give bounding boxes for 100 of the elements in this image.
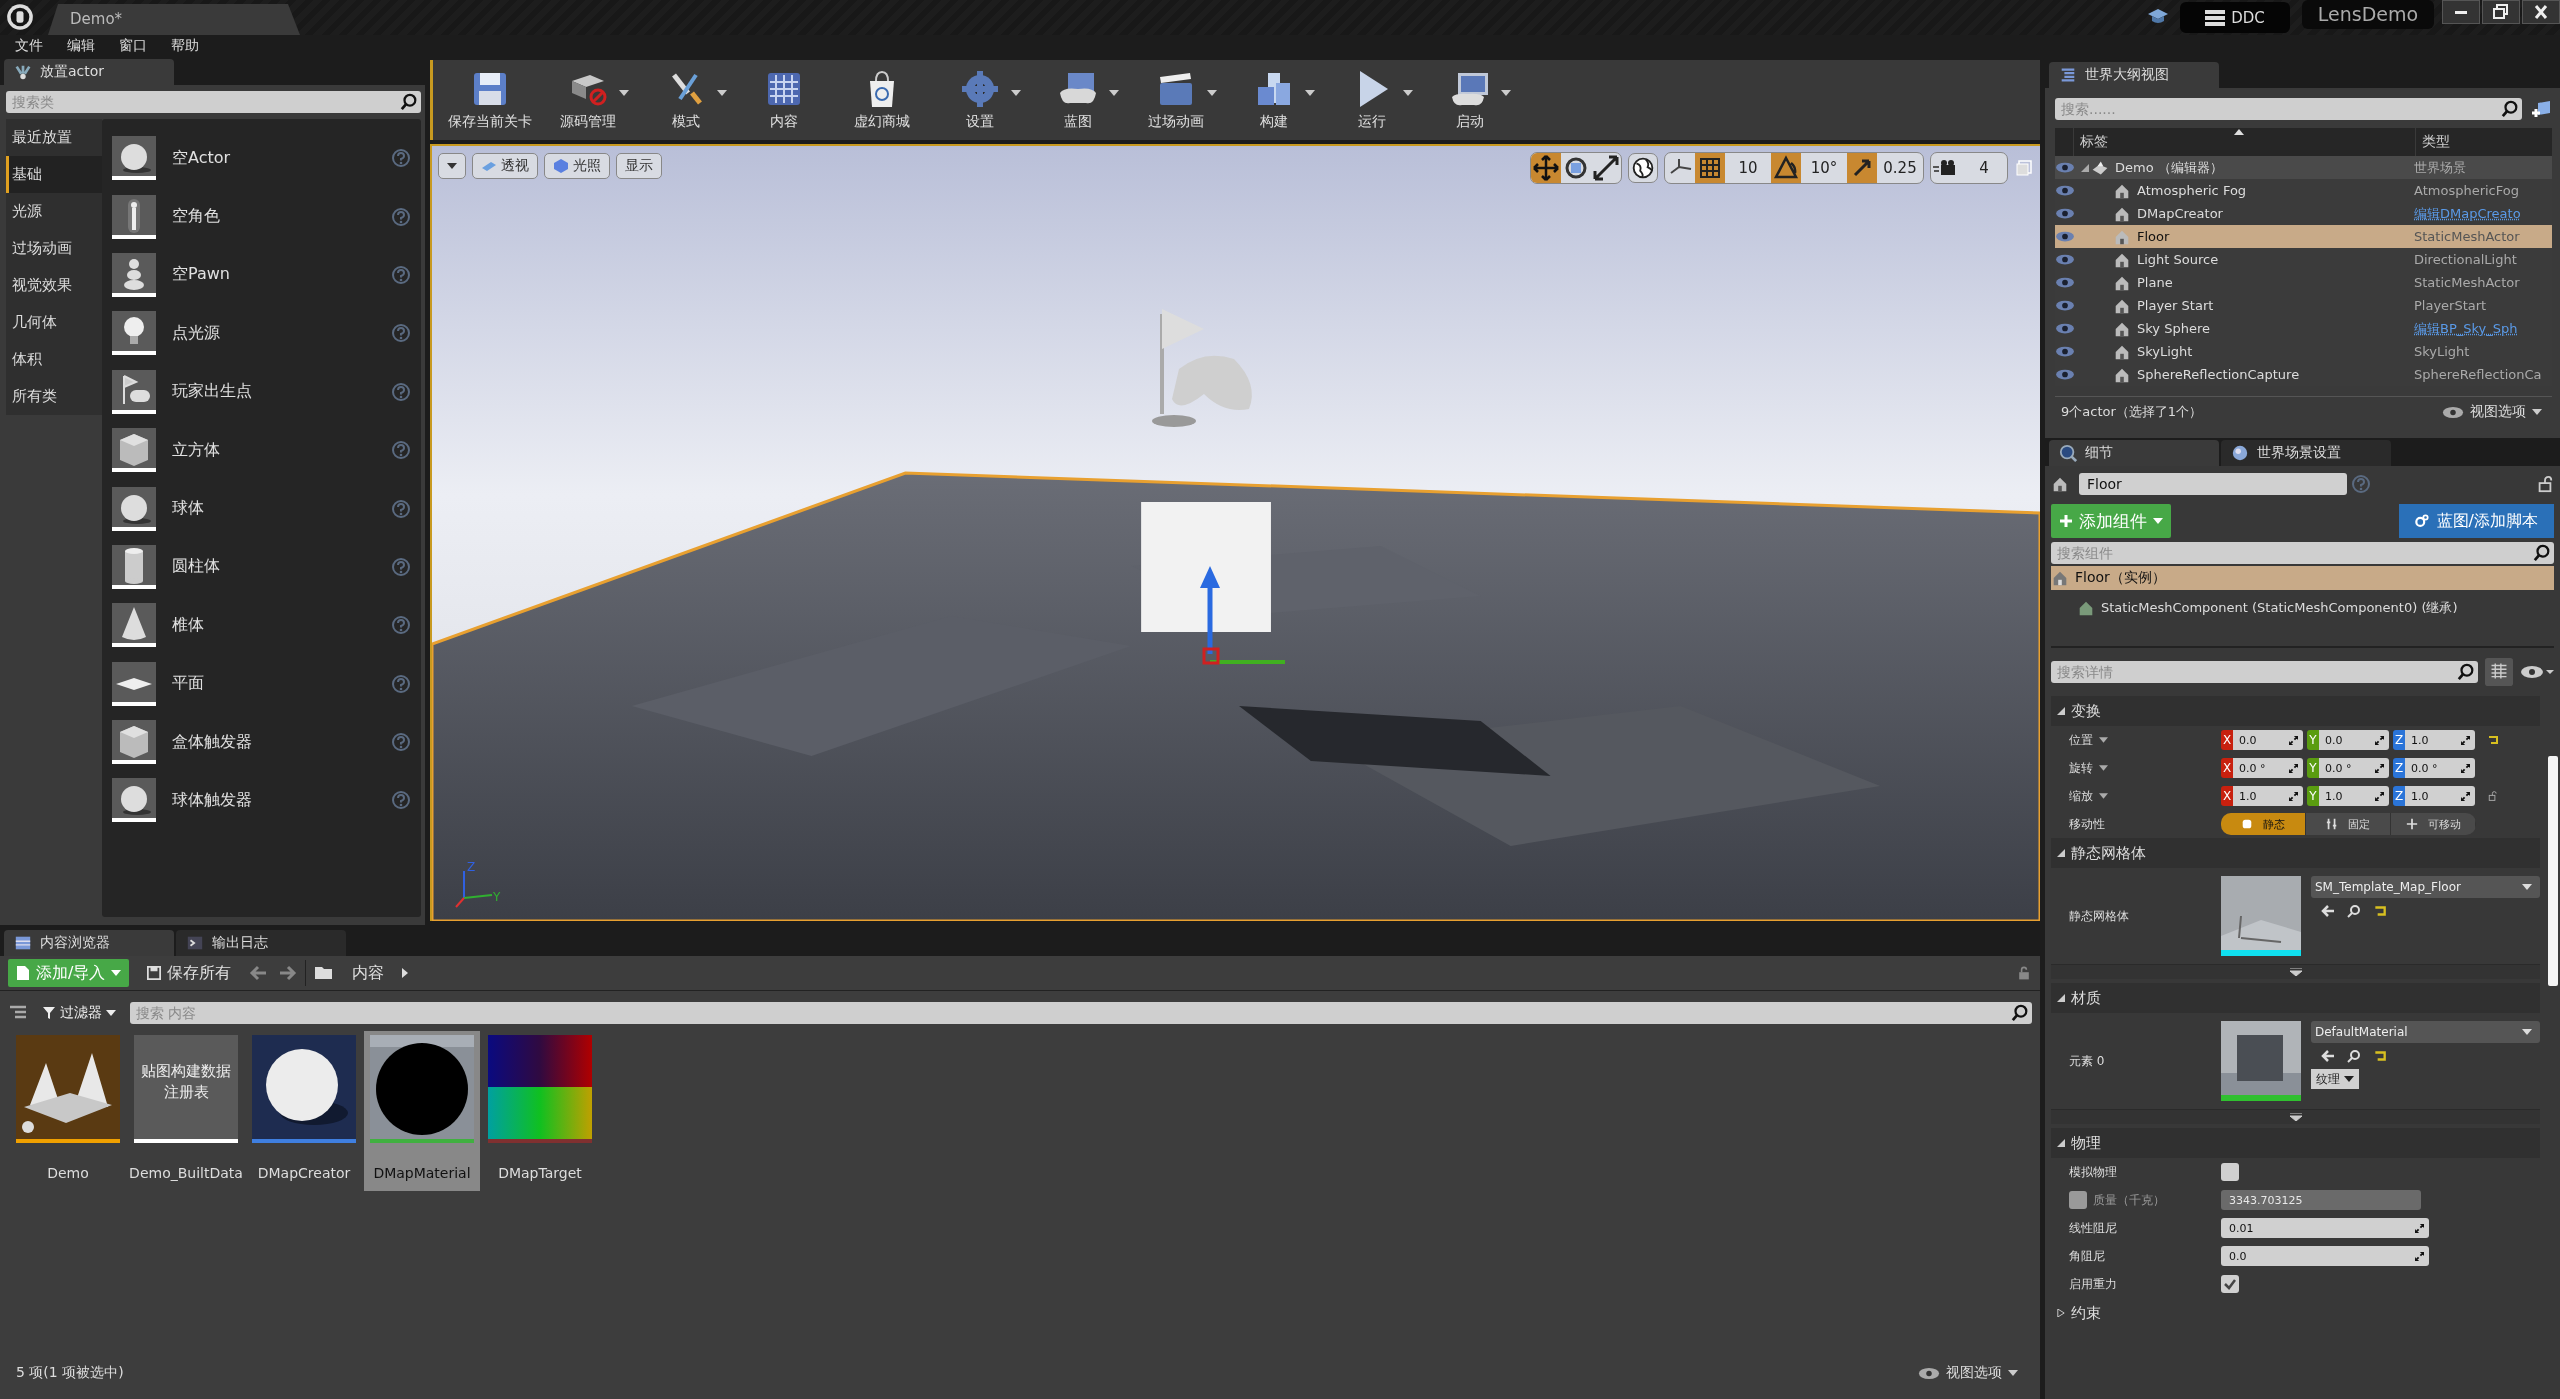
search-field[interactable]: 搜索详情 — [2051, 661, 2478, 683]
lock-icon[interactable] — [2487, 791, 2499, 801]
drag-handle-icon[interactable] — [2289, 735, 2298, 745]
expand-arrow-icon[interactable] — [2057, 994, 2065, 1002]
mesh-thumbnail-icon[interactable] — [2221, 876, 2301, 956]
caret-icon[interactable] — [619, 90, 629, 96]
mobility-option[interactable]: 可移动 — [2391, 813, 2476, 835]
category-item[interactable]: 过场动画 — [6, 230, 102, 267]
caret-icon[interactable] — [402, 968, 409, 978]
component-row[interactable]: Floor（实例） — [2051, 566, 2554, 590]
panel-tab[interactable]: 世界场景设置 — [2221, 440, 2391, 466]
search-icon[interactable] — [400, 93, 418, 111]
left-arrow-icon[interactable] — [2321, 904, 2335, 918]
category-item[interactable]: 光源 — [6, 193, 102, 230]
reset-icon[interactable] — [2487, 735, 2499, 745]
cylinder-icon[interactable] — [112, 544, 156, 589]
asset-tile[interactable]: 贴图构建数据注册表 Demo_BuiltData — [128, 1031, 244, 1191]
flag-icon[interactable] — [112, 369, 156, 414]
category-item[interactable]: 体积 — [6, 341, 102, 378]
property-label[interactable]: 缩放 — [2069, 787, 2093, 805]
panel-tab[interactable]: 放置actor — [4, 59, 174, 85]
drag-handle-icon[interactable] — [2415, 1223, 2424, 1233]
panel-tab[interactable]: 内容浏览器 — [4, 930, 174, 956]
category-item[interactable]: 最近放置 — [6, 119, 102, 156]
panel-tab[interactable]: 世界大纲视图 — [2049, 62, 2219, 88]
asset-label[interactable]: Demo — [47, 1165, 89, 1181]
section-header[interactable]: 约束 — [2051, 1298, 2540, 1328]
expand-more-icon[interactable] — [2289, 968, 2302, 976]
toolbar-button[interactable]: 构建 — [1225, 62, 1323, 138]
eye-icon[interactable] — [2055, 207, 2075, 220]
drag-handle-icon[interactable] — [2461, 763, 2470, 773]
left-arrow-icon[interactable] — [2321, 1049, 2335, 1063]
drag-handle-icon[interactable] — [2375, 735, 2384, 745]
actor-label[interactable]: 空Actor — [172, 147, 375, 169]
expand-arrow-icon[interactable] — [2057, 1139, 2065, 1147]
caret-icon[interactable] — [1207, 90, 1217, 96]
toolbar-button[interactable]: 运行 — [1323, 62, 1421, 138]
toolbar-button[interactable]: 源码管理 — [539, 62, 637, 138]
caret-icon[interactable] — [2099, 765, 2108, 771]
help-icon[interactable] — [391, 381, 411, 402]
blueprint-button[interactable]: 蓝图/添加脚本 — [2398, 504, 2554, 538]
expand-arrow-icon[interactable] — [2081, 163, 2089, 172]
viewport-menu-button[interactable] — [438, 153, 466, 179]
pawn-icon[interactable] — [112, 252, 156, 297]
actor-label[interactable]: 空Pawn — [172, 264, 375, 286]
number-field[interactable]: 1.0 — [2319, 786, 2389, 806]
caret-icon[interactable] — [2099, 737, 2108, 743]
menu-item[interactable]: 帮助 — [160, 37, 212, 55]
eye-icon[interactable] — [2055, 322, 2075, 335]
figure-icon[interactable] — [112, 194, 156, 239]
menu-item[interactable]: 编辑 — [56, 37, 108, 55]
search-field[interactable]: 搜索...... — [2055, 98, 2522, 120]
help-icon[interactable] — [391, 556, 411, 577]
drag-handle-icon[interactable] — [2375, 791, 2384, 801]
forward-icon[interactable] — [277, 963, 298, 983]
caret-icon[interactable] — [1011, 90, 1021, 96]
expand-arrow-icon[interactable] — [2057, 849, 2065, 857]
checkbox[interactable] — [2069, 1191, 2087, 1209]
caret-icon[interactable] — [1109, 90, 1119, 96]
drag-handle-icon[interactable] — [2461, 735, 2470, 745]
add-folder-icon[interactable] — [2530, 99, 2552, 119]
restore-icon[interactable] — [2482, 0, 2520, 24]
section-header[interactable]: 物理 — [2051, 1128, 2540, 1158]
grid-view-icon[interactable] — [2484, 658, 2514, 686]
asset-label[interactable]: DMapMaterial — [373, 1165, 471, 1181]
actor-label[interactable]: 椎体 — [172, 614, 375, 636]
viewport-button[interactable]: 显示 — [616, 153, 662, 179]
toolbar-button[interactable]: 过场动画 — [1127, 62, 1225, 138]
viewport-button[interactable]: 光照 — [544, 153, 610, 179]
toolbar-button[interactable]: 设置 — [931, 62, 1029, 138]
caret-icon[interactable] — [717, 90, 727, 96]
snap-value[interactable]: 10° — [1801, 159, 1847, 177]
component-row[interactable]: StaticMeshComponent (StaticMeshComponent0) (继承) — [2051, 592, 2554, 624]
number-field[interactable]: 0.0 — [2233, 730, 2303, 750]
eye-icon[interactable] — [2055, 299, 2075, 312]
eye-icon[interactable] — [2055, 230, 2075, 243]
caret-icon[interactable] — [1501, 90, 1511, 96]
eye-icon[interactable] — [2055, 368, 2075, 381]
number-field[interactable]: 0.0 ° — [2233, 758, 2303, 778]
toolbar-button[interactable]: 虚幻商城 — [833, 62, 931, 138]
drag-handle-icon[interactable] — [2461, 791, 2470, 801]
category-item[interactable]: 视觉效果 — [6, 267, 102, 304]
search-field[interactable]: 搜索 内容 — [130, 1002, 2032, 1024]
section-header[interactable]: 静态网格体 — [2051, 838, 2540, 868]
filter-button[interactable]: 过滤器 — [36, 1003, 122, 1023]
search-icon[interactable] — [2347, 1049, 2361, 1063]
help-icon[interactable] — [391, 673, 411, 694]
snap-value[interactable]: 0.25 — [1877, 159, 1923, 177]
actor-label[interactable]: 盒体触发器 — [172, 731, 375, 753]
toolbar-button[interactable]: 内容 — [735, 62, 833, 138]
cone-icon[interactable] — [112, 603, 156, 648]
lock-icon[interactable] — [2536, 475, 2554, 493]
eye-icon[interactable] — [2055, 161, 2075, 174]
reset-icon[interactable] — [2373, 904, 2387, 918]
eye-icon[interactable] — [2055, 184, 2075, 197]
help-icon[interactable] — [391, 732, 411, 753]
eye-icon[interactable] — [2055, 276, 2075, 289]
search-icon[interactable] — [2011, 1004, 2029, 1022]
angle-snap-icon[interactable] — [1771, 153, 1801, 183]
move-icon[interactable] — [1531, 153, 1561, 183]
